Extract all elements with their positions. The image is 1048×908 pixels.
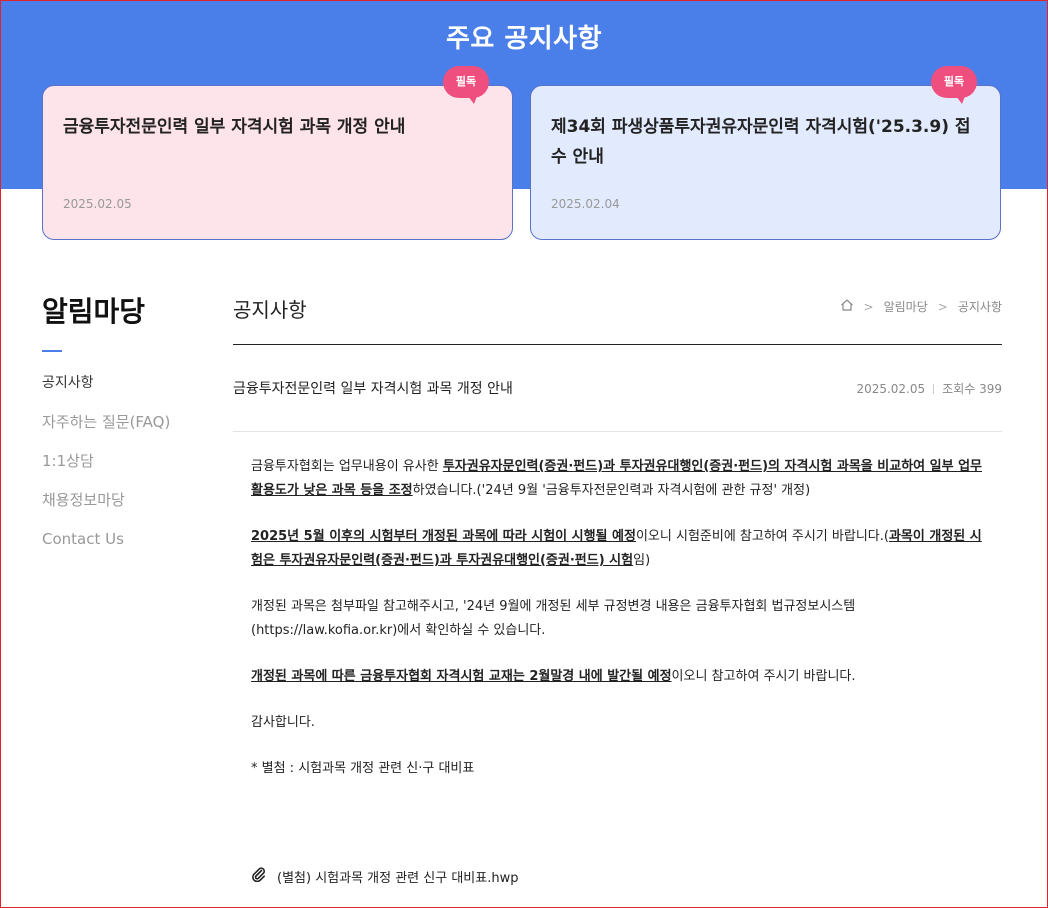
sidebar-item-jobs[interactable]: 채용정보마당 (42, 489, 170, 528)
sidebar-item-faq[interactable]: 자주하는 질문(FAQ) (42, 411, 170, 450)
body-paragraph: * 별첨 : 시험과목 개정 관련 신·구 대비표 (251, 761, 475, 776)
body-emphasis: 개정된 과목에 따른 금융투자협회 자격시험 교재는 2월말경 내에 발간될 예… (251, 669, 672, 684)
post-title: 금융투자전문인력 일부 자격시험 과목 개정 안내 (233, 381, 513, 397)
body-text: 이오니 참고하여 주시기 바랍니다. (671, 669, 856, 684)
page-title: 공지사항 (233, 298, 307, 322)
sidebar-accent-bar (42, 350, 62, 352)
sidebar-item-contact[interactable]: Contact Us (42, 528, 170, 567)
sidebar-menu: 공지사항 자주하는 질문(FAQ) 1:1상담 채용정보마당 Contact U… (42, 372, 170, 567)
meta-divider (933, 383, 935, 394)
sidebar-title: 알림마당 (42, 295, 146, 328)
breadcrumb-item[interactable]: 공지사항 (958, 298, 1002, 315)
notice-card-title[interactable]: 금융투자전문인력 일부 자격시험 과목 개정 안내 (63, 112, 488, 142)
home-icon[interactable] (840, 298, 854, 315)
body-text: 하였습니다.('24년 9월 '금융투자전문인력과 자격시험에 관한 규정' 개… (412, 483, 811, 498)
chevron-right-icon: > (937, 299, 948, 314)
body-text: 금융투자협회는 업무내용이 유사한 (251, 459, 443, 474)
notice-card-2[interactable]: 필독 제34회 파생상품투자권유자문인력 자격시험('25.3.9) 접수 안내… (530, 66, 1001, 240)
post-views: 조회수 399 (942, 382, 1002, 396)
attachment-link[interactable]: (별첨) 시험과목 개정 관련 신구 대비표.hwp (277, 867, 518, 886)
sidebar-item-notice[interactable]: 공지사항 (42, 372, 170, 411)
notice-card-title[interactable]: 제34회 파생상품투자권유자문인력 자격시험('25.3.9) 접수 안내 (551, 112, 976, 172)
must-read-badge: 필독 (931, 66, 977, 104)
notice-card-date: 2025.02.05 (63, 197, 132, 211)
sidebar-item-consult[interactable]: 1:1상담 (42, 450, 170, 489)
post-divider (233, 431, 1002, 432)
must-read-badge: 필독 (443, 66, 489, 104)
post-body: 금융투자협회는 업무내용이 유사한 투자권유자문인력(증권·펀드)과 투자권유대… (251, 455, 985, 781)
notice-card-date: 2025.02.04 (551, 197, 620, 211)
paperclip-icon (251, 866, 267, 886)
post-meta: 2025.02.05 조회수 399 (856, 380, 1002, 397)
hero-banner: 주요 공지사항 필독 금융투자전문인력 일부 자격시험 과목 개정 안내 202… (0, 0, 1048, 240)
chevron-right-icon: > (863, 299, 874, 314)
breadcrumb-item[interactable]: 알림마당 (884, 298, 928, 315)
body-text: 임) (633, 553, 651, 568)
title-divider (233, 344, 1002, 345)
body-emphasis: 2025년 5월 이후의 시험부터 개정된 과목에 따라 시험이 시행될 예정 (251, 529, 636, 544)
attachment-row[interactable]: (별첨) 시험과목 개정 관련 신구 대비표.hwp (251, 866, 518, 886)
body-paragraph: 금융투자협회는 업무내용이 유사한 투자권유자문인력(증권·펀드)과 투자권유대… (251, 455, 985, 503)
notice-card-1[interactable]: 필독 금융투자전문인력 일부 자격시험 과목 개정 안내 2025.02.05 (42, 66, 513, 240)
body-text: 이오니 시험준비에 참고하여 주시기 바랍니다.( (635, 529, 889, 544)
breadcrumb: > 알림마당 > 공지사항 (840, 298, 1002, 315)
body-paragraph: 감사합니다. (251, 715, 315, 730)
hero-title: 주요 공지사항 (445, 24, 603, 54)
body-paragraph: 개정된 과목에 따른 금융투자협회 자격시험 교재는 2월말경 내에 발간될 예… (251, 665, 985, 689)
post-date: 2025.02.05 (856, 381, 926, 396)
body-paragraph: 2025년 5월 이후의 시험부터 개정된 과목에 따라 시험이 시행될 예정이… (251, 525, 985, 573)
body-paragraph: 개정된 과목은 첨부파일 참고해주시고, '24년 9월에 개정된 세부 규정변… (251, 599, 856, 638)
